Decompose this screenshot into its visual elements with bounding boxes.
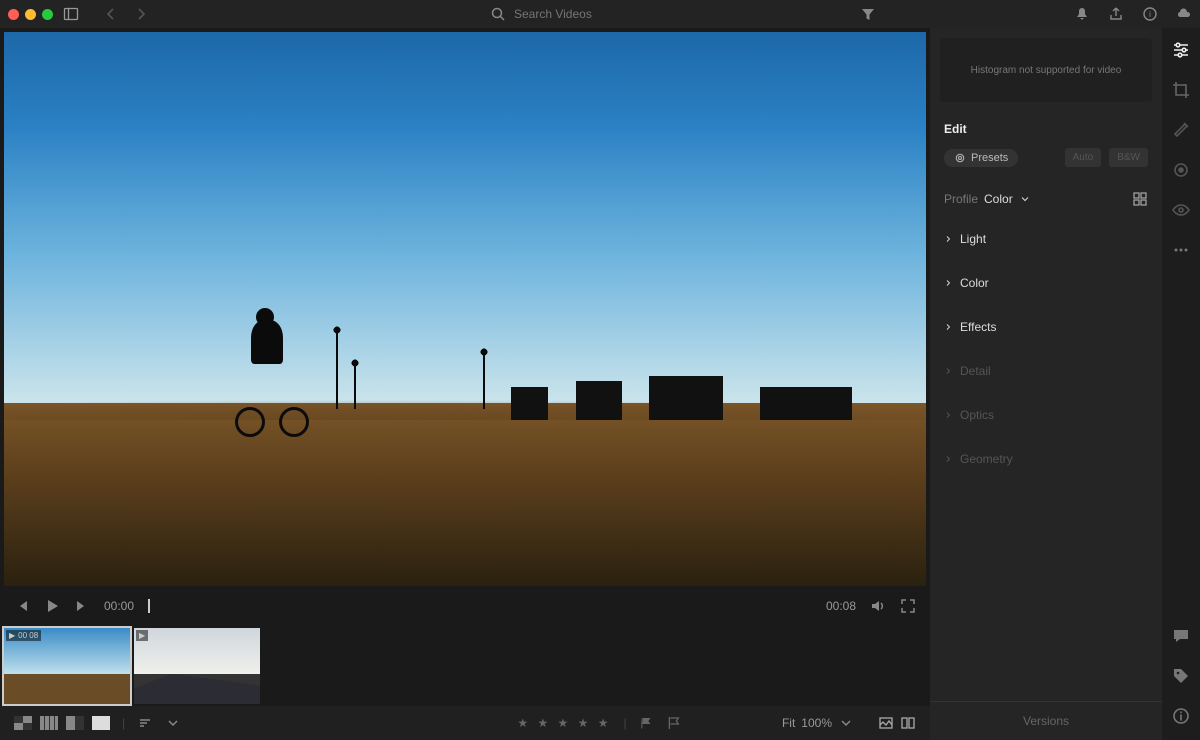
info-icon[interactable] xyxy=(1171,706,1191,726)
filmstrip: ▶00 08 ▶ xyxy=(0,626,930,706)
chevron-down-icon[interactable] xyxy=(1019,193,1031,205)
notifications-icon[interactable] xyxy=(1074,6,1090,22)
before-after-icon[interactable] xyxy=(900,715,916,731)
chevron-right-icon xyxy=(944,363,952,379)
presets-icon xyxy=(954,152,966,164)
edit-section-geometry: Geometry xyxy=(930,437,1162,481)
filter-icon[interactable] xyxy=(860,6,876,22)
histogram-placeholder: Histogram not supported for video xyxy=(940,38,1152,102)
healing-icon[interactable] xyxy=(1171,120,1191,140)
profile-value: Color xyxy=(984,192,1013,206)
playback-duration: 00:08 xyxy=(826,599,856,613)
nav-forward-icon[interactable] xyxy=(133,6,149,22)
chevron-right-icon xyxy=(944,451,952,467)
nav-back-icon[interactable] xyxy=(103,6,119,22)
chevron-right-icon xyxy=(944,319,952,335)
prev-frame-button[interactable] xyxy=(14,598,30,614)
more-icon[interactable] xyxy=(1171,240,1191,260)
edit-section-color[interactable]: Color xyxy=(930,261,1162,305)
histogram-message: Histogram not supported for video xyxy=(971,65,1122,76)
edit-section-optics: Optics xyxy=(930,393,1162,437)
flag-reject-icon[interactable] xyxy=(667,715,683,731)
volume-icon[interactable] xyxy=(870,598,886,614)
thumb-duration: 00 08 xyxy=(18,631,38,640)
close-window-button[interactable] xyxy=(8,9,19,20)
chevron-right-icon xyxy=(944,231,952,247)
grid-small-view-icon[interactable] xyxy=(40,716,58,730)
minimize-window-button[interactable] xyxy=(25,9,36,20)
bw-button[interactable]: B&W xyxy=(1109,148,1148,167)
zoom-level[interactable]: 100% xyxy=(801,716,832,730)
show-original-icon[interactable] xyxy=(878,715,894,731)
section-label: Detail xyxy=(960,364,991,378)
help-icon[interactable]: i xyxy=(1142,6,1158,22)
edit-section-effects[interactable]: Effects xyxy=(930,305,1162,349)
section-label: Geometry xyxy=(960,452,1013,466)
svg-text:i: i xyxy=(1149,10,1151,19)
fit-label[interactable]: Fit xyxy=(782,716,795,730)
section-label: Optics xyxy=(960,408,994,422)
section-label: Color xyxy=(960,276,989,290)
scrubber[interactable] xyxy=(148,604,812,608)
crop-icon[interactable] xyxy=(1171,80,1191,100)
filmstrip-thumb[interactable]: ▶ xyxy=(134,628,260,704)
filmstrip-thumb[interactable]: ▶00 08 xyxy=(4,628,130,704)
profile-label: Profile xyxy=(944,192,978,206)
comments-icon[interactable] xyxy=(1171,626,1191,646)
share-icon[interactable] xyxy=(1108,6,1124,22)
detail-view-icon[interactable] xyxy=(92,716,110,730)
profile-browser-icon[interactable] xyxy=(1132,191,1148,207)
keywords-icon[interactable] xyxy=(1171,666,1191,686)
edit-section-detail: Detail xyxy=(930,349,1162,393)
section-label: Effects xyxy=(960,320,996,334)
maximize-window-button[interactable] xyxy=(42,9,53,20)
masking-icon[interactable] xyxy=(1171,160,1191,180)
chevron-right-icon xyxy=(944,407,952,423)
fullscreen-icon[interactable] xyxy=(900,598,916,614)
cloud-sync-icon[interactable] xyxy=(1176,6,1192,22)
tool-rail xyxy=(1162,28,1200,740)
panel-toggle-icon[interactable] xyxy=(63,6,79,22)
sort-icon[interactable] xyxy=(137,715,153,731)
chevron-down-icon[interactable] xyxy=(165,715,181,731)
compare-view-icon[interactable] xyxy=(66,716,84,730)
flag-pick-icon[interactable] xyxy=(639,715,655,731)
playback-bar: 00:00 00:08 xyxy=(0,586,930,626)
versions-button[interactable]: Versions xyxy=(930,701,1162,740)
bottom-toolbar: | ★ ★ ★ ★ ★ | Fit 100% xyxy=(0,706,930,740)
edit-panel: Histogram not supported for video Edit P… xyxy=(930,28,1162,740)
profile-row[interactable]: Profile Color xyxy=(930,181,1162,217)
sort-divider: | xyxy=(122,716,125,730)
video-viewport[interactable] xyxy=(4,32,926,586)
search-bar[interactable] xyxy=(490,6,710,22)
edit-title: Edit xyxy=(930,112,1162,142)
chevron-right-icon xyxy=(944,275,952,291)
window-controls xyxy=(8,9,53,20)
edit-sliders-icon[interactable] xyxy=(1171,40,1191,60)
play-button[interactable] xyxy=(44,598,60,614)
edit-section-light[interactable]: Light xyxy=(930,217,1162,261)
presets-button[interactable]: Presets xyxy=(944,149,1018,167)
grid-view-icon[interactable] xyxy=(14,716,32,730)
redeye-icon[interactable] xyxy=(1171,200,1191,220)
next-frame-button[interactable] xyxy=(74,598,90,614)
auto-button[interactable]: Auto xyxy=(1065,148,1102,167)
playback-current-time: 00:00 xyxy=(104,599,134,613)
rating-stars[interactable]: ★ ★ ★ ★ ★ xyxy=(517,716,611,730)
video-frame xyxy=(4,32,926,586)
search-input[interactable] xyxy=(514,7,674,21)
presets-label: Presets xyxy=(971,152,1008,164)
search-icon xyxy=(490,6,506,22)
chevron-down-icon[interactable] xyxy=(838,715,854,731)
section-label: Light xyxy=(960,232,986,246)
title-bar: i xyxy=(0,0,1200,28)
